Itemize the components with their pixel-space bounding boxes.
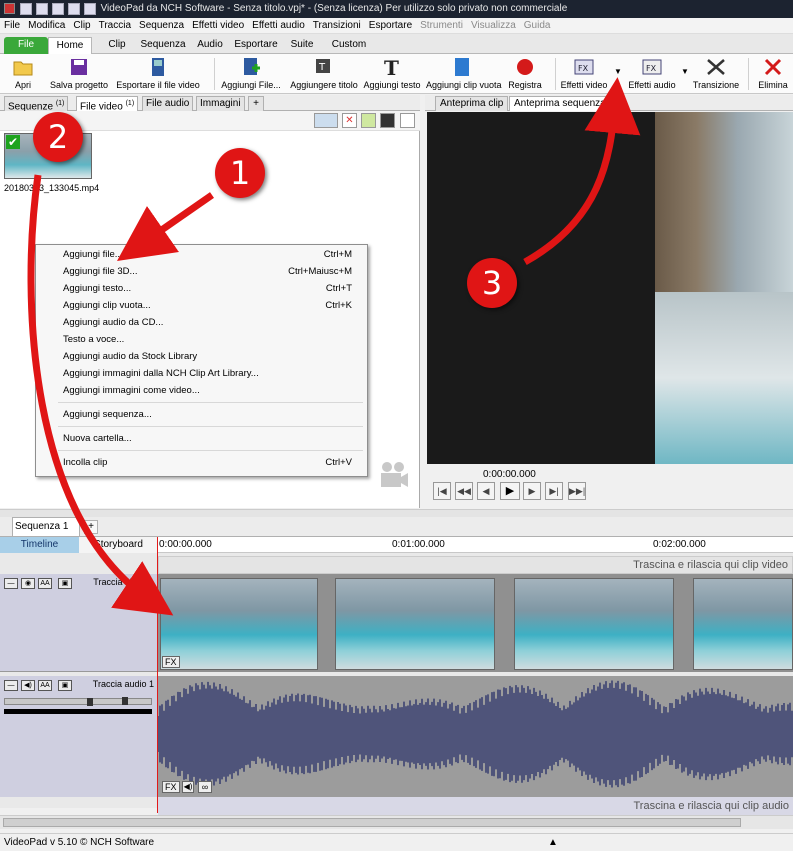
annotation-arrows	[27, 77, 641, 616]
annotation-marker-1: 1	[215, 148, 265, 198]
annotation-marker-3: 3	[467, 258, 517, 308]
annotation-marker-2: 2	[33, 112, 83, 162]
